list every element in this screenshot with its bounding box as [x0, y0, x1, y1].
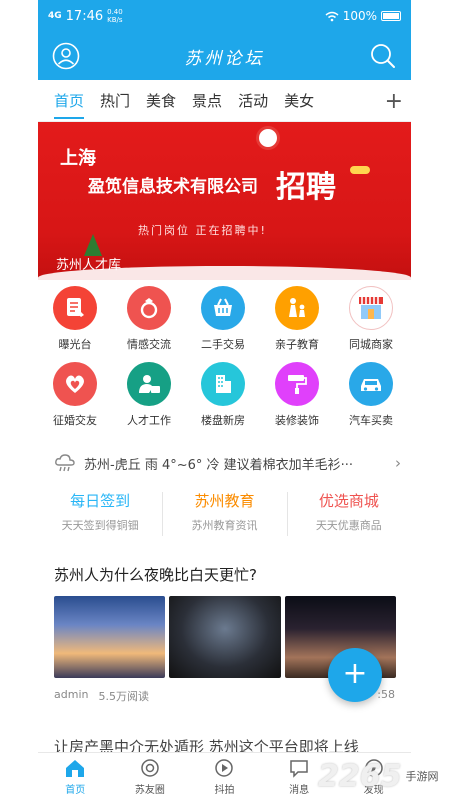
heart-icon	[53, 362, 97, 406]
article-reads: 5.5万阅读	[98, 690, 149, 703]
grid-item-exposure[interactable]: 曝光台	[38, 286, 112, 352]
nav-home[interactable]: 首页	[38, 753, 113, 800]
article-image	[54, 596, 166, 678]
santa-decoration	[256, 126, 280, 150]
app-header: 苏州论坛	[38, 32, 411, 80]
banner-badge	[350, 166, 370, 174]
grid-item-decoration[interactable]: 装修装饰	[260, 362, 334, 428]
banner-city: 上海	[60, 148, 96, 169]
grid-item-label: 装修装饰	[275, 414, 319, 427]
app-screen: 4G 17:46 0.40 KB/s 100% 苏州论坛 首页 热门 美食 景点…	[38, 0, 411, 800]
grid-item-label: 同城商家	[349, 338, 393, 351]
feature-title: 苏州教育	[194, 492, 255, 510]
search-icon[interactable]	[369, 42, 397, 70]
grid-item-label: 亲子教育	[275, 338, 319, 351]
article-image	[169, 596, 281, 678]
user-profile-icon[interactable]	[52, 42, 80, 70]
grid-item-label: 人才工作	[127, 414, 171, 427]
store-icon	[349, 286, 393, 330]
chevron-right-icon[interactable]: ›	[395, 454, 401, 472]
nav-circle[interactable]: 苏友圈	[113, 753, 188, 800]
clock: 17:46	[65, 8, 104, 24]
tab-beauty[interactable]: 美女	[284, 80, 314, 122]
tab-food[interactable]: 美食	[146, 80, 176, 122]
weather-bar[interactable]: 苏州-虎丘 雨 4°~6° 冷 建议着棉衣加羊毛衫··· ›	[38, 448, 411, 478]
banner-tag: 苏州人才库	[56, 258, 122, 273]
grid-item-label: 楼盘新房	[201, 414, 245, 427]
tab-home[interactable]: 首页	[54, 80, 85, 122]
site-watermark: 2265 手游网	[318, 752, 450, 800]
battery-percent: 100%	[342, 9, 377, 23]
article-title[interactable]: 苏州人为什么夜晚比白天更忙?	[54, 564, 257, 585]
article-author: admin	[54, 688, 89, 701]
banner-headline: 招聘	[276, 170, 336, 205]
worker-icon	[127, 362, 171, 406]
post-button[interactable]: +	[328, 648, 382, 702]
feature-subtitle: 天天签到得铜钿	[61, 519, 139, 532]
tab-hot[interactable]: 热门	[100, 80, 130, 122]
feature-mall[interactable]: 优选商城 天天优惠商品	[286, 486, 411, 542]
nav-label: 抖拍	[214, 785, 235, 796]
play-icon	[212, 757, 236, 779]
grid-item-parenting[interactable]: 亲子教育	[260, 286, 334, 352]
rain-cloud-icon	[55, 454, 75, 472]
banner-company: 盈笕信息技术有限公司	[88, 177, 258, 197]
grid-item-dating[interactable]: 征婚交友	[38, 362, 112, 428]
tab-scenic[interactable]: 景点	[192, 80, 222, 122]
feature-subtitle: 苏州教育资讯	[191, 519, 258, 532]
nav-label: 苏友圈	[134, 785, 165, 796]
category-grid: 曝光台 情感交流 二手交易 亲子教育 同城商家 征婚交友 人才工作 楼盘新房 装…	[38, 286, 411, 436]
grid-item-housing[interactable]: 楼盘新房	[186, 362, 260, 428]
car-icon	[349, 362, 393, 406]
christmas-tree-icon	[84, 234, 102, 256]
feature-title: 优选商城	[318, 492, 379, 510]
exposure-icon	[53, 286, 97, 330]
feature-education[interactable]: 苏州教育 苏州教育资讯	[162, 486, 286, 542]
grid-item-label: 汽车买卖	[349, 414, 393, 427]
feature-title: 每日签到	[70, 492, 131, 510]
grid-item-label: 二手交易	[201, 338, 245, 351]
grid-item-secondhand[interactable]: 二手交易	[186, 286, 260, 352]
grid-item-emotion[interactable]: 情感交流	[112, 286, 186, 352]
watermark-text: 手游网	[405, 770, 439, 783]
feature-links: 每日签到 天天签到得铜钿 苏州教育 苏州教育资讯 优选商城 天天优惠商品	[38, 486, 411, 542]
ring-icon	[127, 286, 171, 330]
nav-label: 首页	[65, 785, 86, 796]
weather-text: 苏州-虎丘 雨 4°~6° 冷 建议着棉衣加羊毛衫···	[84, 457, 354, 473]
battery-icon	[381, 11, 401, 21]
article-time: :58	[377, 688, 395, 701]
app-title: 苏州论坛	[184, 48, 265, 69]
grid-item-label: 情感交流	[127, 338, 171, 351]
grid-item-jobs[interactable]: 人才工作	[112, 362, 186, 428]
promo-banner[interactable]: 上海 盈笕信息技术有限公司 招聘 热门岗位 正在招聘中! 苏州人才库	[38, 122, 411, 280]
grid-item-merchants[interactable]: 同城商家	[334, 286, 408, 352]
add-tab-icon[interactable]: +	[385, 89, 403, 114]
net-speed: 0.40 KB/s	[107, 8, 123, 24]
message-icon	[287, 757, 311, 779]
network-indicator: 4G	[48, 11, 62, 21]
wifi-icon	[325, 11, 339, 21]
nav-video[interactable]: 抖拍	[187, 753, 262, 800]
watermark-number: 2265	[318, 758, 402, 794]
article-meta: admin 5.5万阅读	[54, 688, 149, 704]
family-icon	[275, 286, 319, 330]
tab-events[interactable]: 活动	[238, 80, 268, 122]
status-bar: 4G 17:46 0.40 KB/s 100%	[38, 0, 411, 32]
grid-item-cars[interactable]: 汽车买卖	[334, 362, 408, 428]
paint-roller-icon	[275, 362, 319, 406]
category-tabs: 首页 热门 美食 景点 活动 美女 +	[38, 80, 411, 122]
grid-item-label: 曝光台	[58, 338, 92, 351]
banner-subtitle: 热门岗位 正在招聘中!	[138, 224, 267, 237]
home-icon	[63, 757, 87, 779]
feature-subtitle: 天天优惠商品	[315, 519, 382, 532]
building-icon	[201, 362, 245, 406]
grid-item-label: 征婚交友	[53, 414, 97, 427]
feature-checkin[interactable]: 每日签到 天天签到得铜钿	[38, 486, 162, 542]
circle-icon	[138, 757, 162, 779]
basket-icon	[201, 286, 245, 330]
